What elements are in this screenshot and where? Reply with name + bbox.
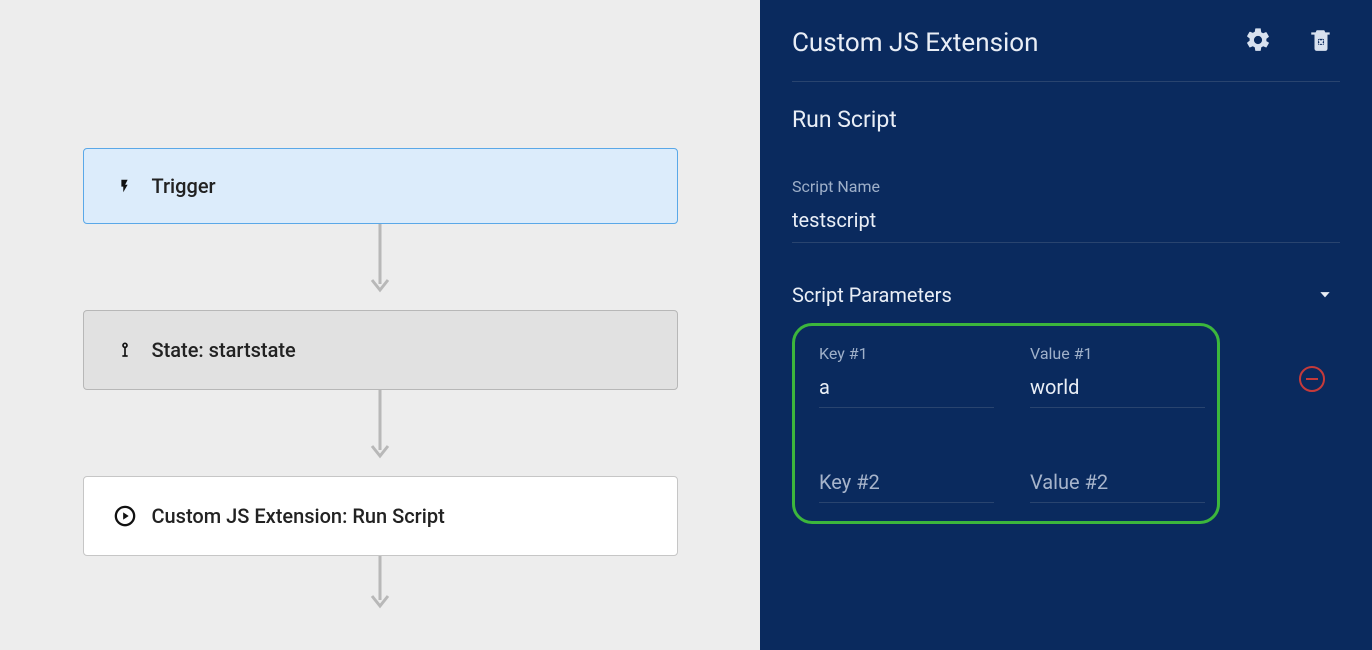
caret-down-icon [1316,283,1334,307]
panel-header-actions [1244,26,1334,59]
key-icon [112,339,138,361]
state-node[interactable]: State: startstate [83,310,678,390]
param-value-col: Value #1 [1030,344,1205,408]
param-key-input[interactable] [819,466,994,503]
panel-header: Custom JS Extension [792,18,1340,82]
script-name-field: Script Name [792,177,1340,243]
flow-canvas[interactable]: Trigger State: startstate Custom JS Exte… [0,0,760,650]
param-value-input[interactable] [1030,371,1205,408]
state-node-label: State: startstate [152,338,296,362]
trigger-node[interactable]: Trigger [83,148,678,224]
param-row-2 [819,466,1205,503]
panel-subtitle: Run Script [792,106,1340,133]
trash-icon[interactable] [1308,26,1334,59]
parameters-area: Key #1 Value #1 [792,307,1340,524]
flow-arrow [83,556,678,616]
flow-canvas-inner: Trigger State: startstate Custom JS Exte… [83,148,678,616]
param-value-col [1030,466,1205,503]
trigger-node-label: Trigger [152,174,216,198]
panel-title: Custom JS Extension [792,28,1039,58]
script-name-label: Script Name [792,177,1340,196]
script-name-input[interactable] [792,204,1340,243]
details-panel: Custom JS Extension Run Script Script Na… [760,0,1372,650]
parameters-highlight: Key #1 Value #1 [792,323,1220,524]
param-key-label: Key #1 [819,344,994,363]
param-row-1: Key #1 Value #1 [819,344,1205,408]
param-key-col [819,466,994,503]
flow-arrow [83,224,678,310]
script-parameters-label: Script Parameters [792,283,952,307]
action-node-label: Custom JS Extension: Run Script [152,504,445,528]
play-circle-icon [112,505,138,527]
bolt-icon [112,175,138,197]
param-value-input[interactable] [1030,466,1205,503]
remove-param-button[interactable] [1299,366,1325,392]
param-key-input[interactable] [819,371,994,408]
param-value-label: Value #1 [1030,344,1205,363]
param-key-col: Key #1 [819,344,994,408]
gear-icon[interactable] [1244,26,1272,59]
action-node[interactable]: Custom JS Extension: Run Script [83,476,678,556]
flow-arrow [83,390,678,476]
script-parameters-section-header[interactable]: Script Parameters [792,283,1340,307]
